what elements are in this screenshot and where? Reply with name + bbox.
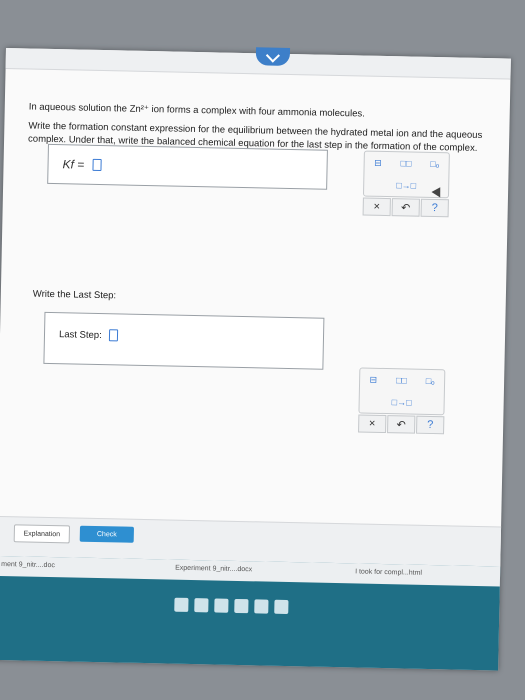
last-step-heading: Write the Last Step: (32, 288, 117, 302)
app-icon[interactable] (214, 598, 229, 613)
download-item[interactable]: Experiment 9_nitr....docx (175, 565, 252, 574)
app-icon[interactable] (174, 597, 189, 612)
formation-constant-answer-box[interactable]: Kf = (47, 143, 328, 190)
toolbox-2-actions: × ↶ ? (358, 414, 445, 435)
download-item[interactable]: ment 9_nitr....doc (1, 561, 55, 569)
app-icon[interactable] (274, 599, 289, 615)
subscript-template-icon[interactable]: □ₒ (430, 159, 439, 169)
undo-button[interactable]: ↶ (387, 415, 416, 434)
taskbar-icons (174, 597, 289, 615)
app-icon[interactable] (194, 598, 209, 613)
undo-button[interactable]: ↶ (391, 198, 420, 217)
help-button[interactable]: ? (416, 415, 445, 435)
top-bar (5, 47, 511, 80)
chevron-down-icon (265, 48, 280, 63)
fraction-template-icon[interactable]: ⊟ (369, 374, 377, 385)
subscript-template-icon[interactable]: □ₒ (426, 376, 435, 386)
collapse-button[interactable] (255, 47, 291, 66)
clear-button[interactable]: × (358, 414, 387, 434)
check-button[interactable]: Check (79, 525, 135, 543)
toolbox-1-actions: × ↶ ? (362, 197, 449, 218)
clear-button[interactable]: × (362, 197, 391, 217)
kf-input-slot[interactable] (92, 158, 102, 172)
reaction-arrow-button[interactable]: □→□ (396, 180, 416, 190)
fraction-template-icon[interactable]: ⊟ (374, 157, 382, 168)
superscript-template-icon[interactable]: □□ (400, 158, 411, 168)
download-item[interactable]: I took for compl...html (355, 568, 422, 576)
last-step-label: Last Step: (58, 329, 102, 342)
last-step-input-slot[interactable] (108, 329, 119, 342)
browser-screen: In aqueous solution the Zn²⁺ ion forms a… (0, 47, 511, 671)
superscript-template-icon[interactable]: □□ (396, 375, 407, 385)
question-line-1: In aqueous solution the Zn²⁺ ion forms a… (28, 101, 365, 120)
kf-label: Kf = (62, 157, 85, 172)
help-button[interactable]: ? (420, 198, 449, 218)
app-icon[interactable] (254, 599, 269, 614)
app-icon[interactable] (234, 598, 249, 614)
explanation-button[interactable]: Explanation (13, 524, 71, 544)
reaction-arrow-button[interactable]: □→□ (392, 397, 412, 407)
last-step-answer-box[interactable]: Last Step: (43, 311, 325, 370)
math-toolbox-2: ⊟ □□ □ₒ □→□ (358, 367, 446, 416)
